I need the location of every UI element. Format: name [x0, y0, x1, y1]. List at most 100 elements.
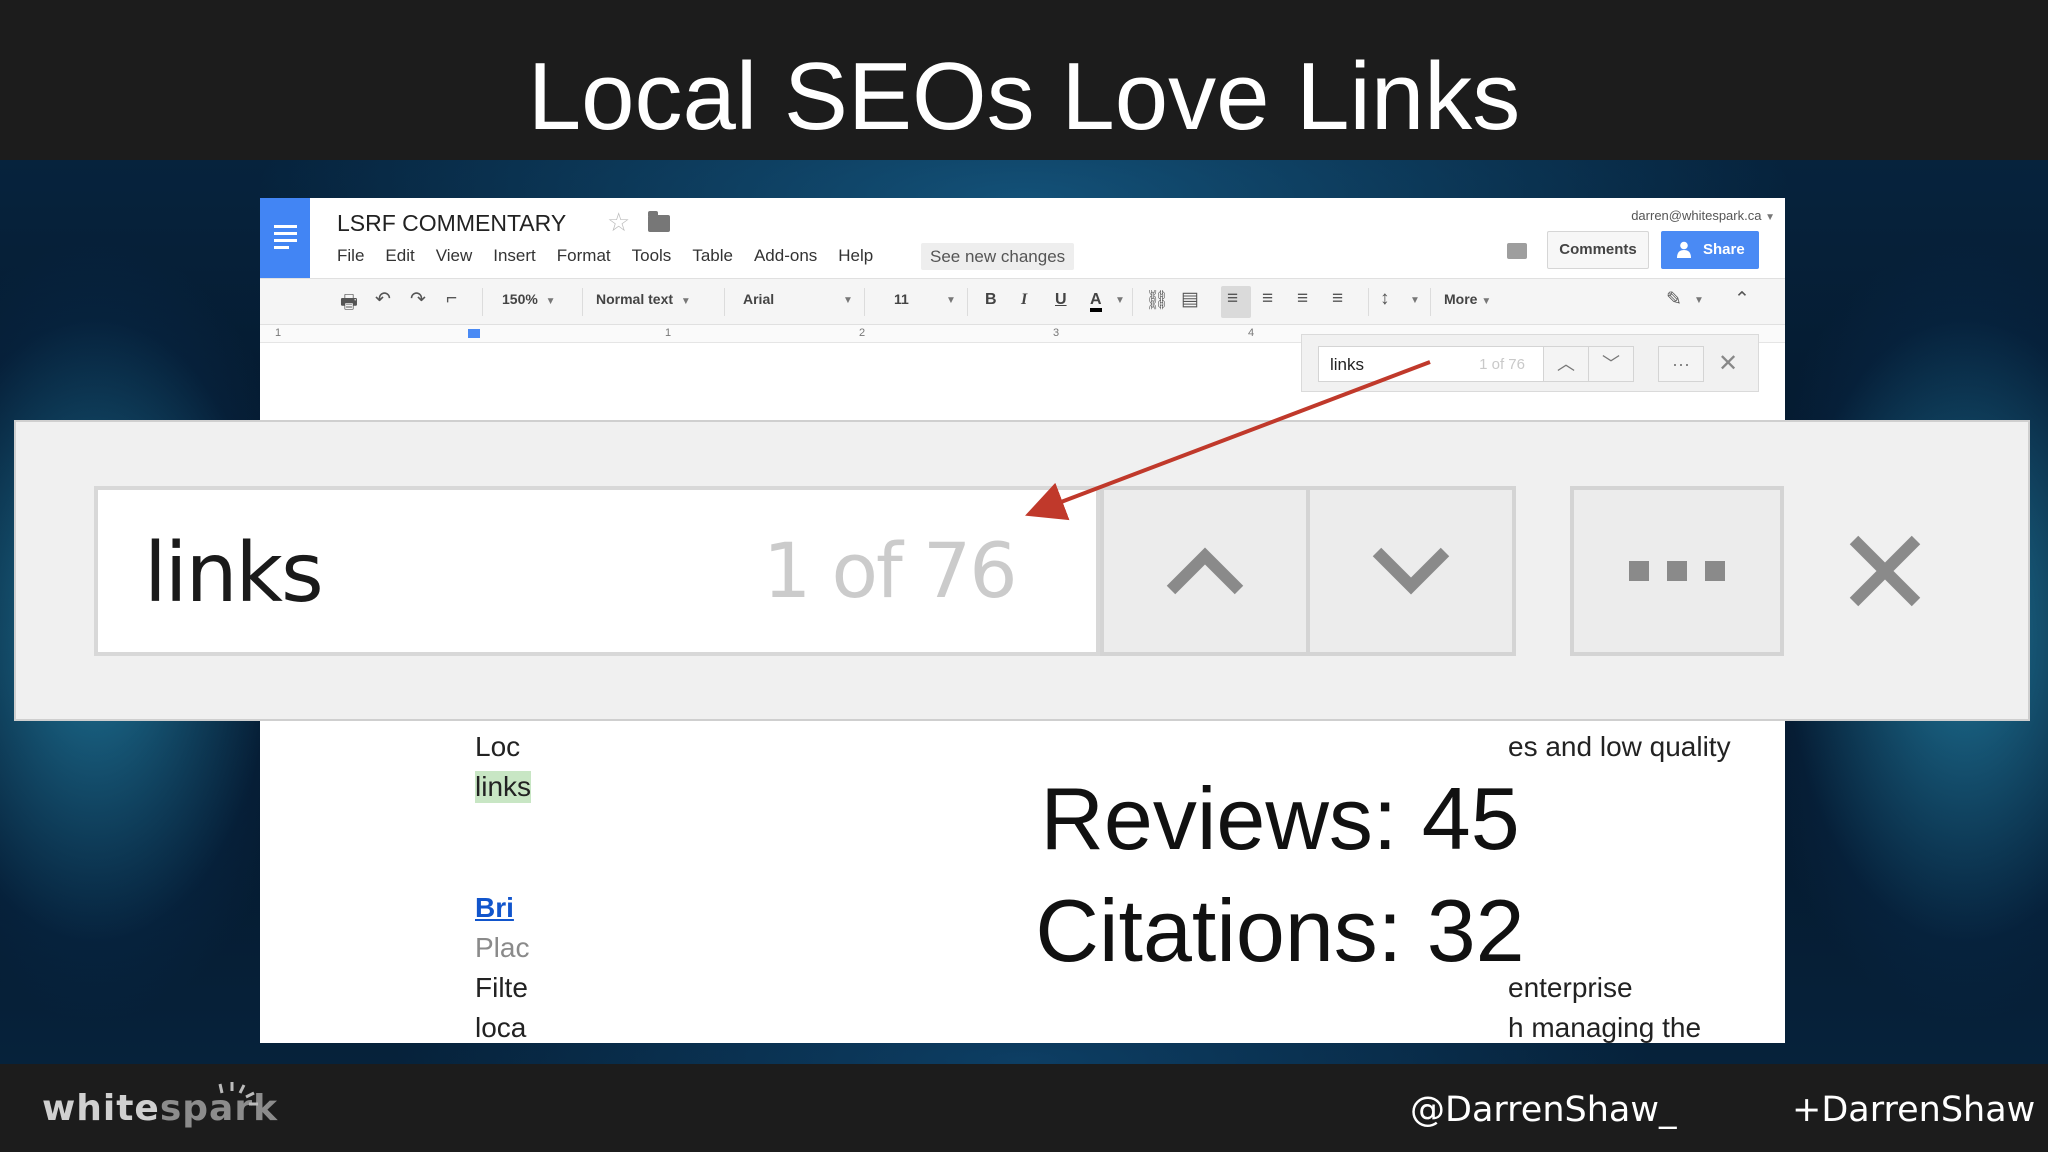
- doc-text-fragment: loca: [475, 1012, 527, 1043]
- spark-icon: [218, 1082, 258, 1106]
- paint-format-icon[interactable]: ⌐: [446, 288, 457, 310]
- zoomed-find-previous-button[interactable]: [1100, 486, 1310, 656]
- font-value: Arial: [743, 291, 775, 307]
- comment-add-icon[interactable]: ▤: [1181, 288, 1199, 311]
- doc-text-fragment: h managing the: [1508, 1012, 1702, 1043]
- logo-text-white: white: [42, 1088, 160, 1129]
- chevron-down-icon[interactable]: ▼: [843, 295, 853, 306]
- doc-text-fragment: es and low quality: [1508, 731, 1731, 762]
- zoomed-find-options-button[interactable]: [1570, 486, 1784, 656]
- chevron-down-icon: ▼: [1765, 212, 1775, 223]
- toolbar-divider: [864, 288, 865, 316]
- google-plus-handle: +DarrenShaw: [1792, 1090, 2036, 1130]
- menu-file[interactable]: File: [337, 246, 364, 266]
- bold-button[interactable]: B: [985, 291, 997, 309]
- person-icon: [1677, 241, 1691, 258]
- close-icon[interactable]: ✕: [1718, 346, 1738, 382]
- find-count: 1 of 76: [1479, 356, 1525, 373]
- collapse-icon[interactable]: ⌃: [1734, 288, 1750, 311]
- find-next-button[interactable]: ﹀: [1588, 346, 1634, 382]
- style-value: Normal text: [596, 291, 674, 307]
- doc-text-fragment: Filte: [475, 972, 528, 1003]
- share-label: Share: [1703, 241, 1745, 258]
- share-button[interactable]: Share: [1661, 231, 1759, 269]
- toolbar-divider: [1368, 288, 1369, 316]
- menu-add-ons[interactable]: Add-ons: [754, 246, 817, 266]
- folder-icon[interactable]: [648, 211, 670, 232]
- font-size-select[interactable]: 11: [894, 291, 909, 307]
- highlighted-match: links: [475, 771, 532, 803]
- chevron-down-icon: ▼: [1481, 296, 1492, 307]
- menu-insert[interactable]: Insert: [493, 246, 536, 266]
- align-right-icon[interactable]: ≡: [1297, 288, 1308, 310]
- chevron-down-icon[interactable]: ▼: [1694, 295, 1704, 306]
- align-center-icon[interactable]: ≡: [1262, 288, 1273, 310]
- font-select[interactable]: Arial: [743, 291, 774, 307]
- see-new-changes-button[interactable]: See new changes: [921, 243, 1075, 270]
- toolbar-divider: [582, 288, 583, 316]
- more-button[interactable]: More ▼: [1444, 291, 1491, 307]
- align-left-icon[interactable]: ≡: [1227, 288, 1238, 310]
- toolbar-divider: [1430, 288, 1431, 316]
- line-spacing-icon[interactable]: ↕: [1380, 288, 1390, 310]
- style-select[interactable]: Normal text ▼: [596, 291, 691, 307]
- reviews-stat: Reviews: 45: [1040, 769, 1520, 868]
- chevron-up-icon: [1166, 547, 1244, 595]
- text-color-button[interactable]: A: [1090, 291, 1102, 312]
- docs-logo-icon[interactable]: [260, 198, 310, 278]
- zoomed-find-next-button[interactable]: [1306, 486, 1516, 656]
- ruler-number: 2: [859, 327, 866, 339]
- link-icon[interactable]: ⛓: [1145, 288, 1169, 312]
- formatting-toolbar: 🖶 ↶ ↷ ⌐ 150% ▼ Normal text ▼ Arial ▼ 11 …: [260, 278, 1785, 325]
- underline-button[interactable]: U: [1055, 291, 1067, 309]
- slide-title: Local SEOs Love Links: [527, 43, 1521, 150]
- account-email[interactable]: darren@whitespark.ca ▼: [1631, 208, 1775, 223]
- close-icon[interactable]: [1848, 534, 1922, 608]
- ruler-number: 4: [1248, 327, 1255, 339]
- undo-icon[interactable]: ↶: [375, 288, 391, 311]
- menu-tools[interactable]: Tools: [632, 246, 672, 266]
- star-icon[interactable]: ☆: [607, 207, 630, 238]
- chevron-down-icon[interactable]: ▼: [946, 295, 956, 306]
- indent-marker[interactable]: [468, 329, 480, 338]
- zoomed-find-count: 1 of 76: [763, 526, 1018, 615]
- comments-button[interactable]: Comments: [1547, 231, 1649, 269]
- account-email-text: darren@whitespark.ca: [1631, 208, 1762, 223]
- document-title[interactable]: LSRF COMMENTARY: [337, 210, 566, 237]
- print-icon[interactable]: 🖶: [340, 288, 358, 320]
- twitter-handle: @DarrenShaw_: [1410, 1090, 1677, 1130]
- find-input[interactable]: links 1 of 76: [1318, 346, 1544, 382]
- zoomed-find-bar: links 1 of 76: [14, 420, 2030, 721]
- toolbar-divider: [724, 288, 725, 316]
- chevron-down-icon[interactable]: ▼: [1115, 295, 1125, 306]
- menu-view[interactable]: View: [436, 246, 473, 266]
- find-bar: links 1 of 76 ︿ ﹀ ··· ✕: [1301, 334, 1759, 392]
- redo-icon[interactable]: ↷: [410, 288, 426, 311]
- justify-icon[interactable]: ≡: [1332, 288, 1343, 310]
- doc-link[interactable]: Bri: [475, 892, 514, 924]
- chevron-down-icon: [1372, 547, 1450, 595]
- menu-help[interactable]: Help: [838, 246, 873, 266]
- slide-footer: [0, 1064, 2048, 1152]
- zoomed-find-input[interactable]: links 1 of 76: [94, 486, 1100, 656]
- italic-button[interactable]: I: [1021, 291, 1027, 309]
- find-options-button[interactable]: ···: [1658, 346, 1704, 382]
- ruler-number: 1: [275, 327, 282, 339]
- find-previous-button[interactable]: ︿: [1543, 346, 1589, 382]
- menu-format[interactable]: Format: [557, 246, 611, 266]
- chevron-down-icon[interactable]: ▼: [1410, 295, 1420, 306]
- doc-text-fragment: Plac: [475, 932, 530, 963]
- pencil-icon[interactable]: ✎: [1666, 288, 1682, 311]
- chevron-down-icon: ▼: [680, 296, 691, 307]
- zoom-select[interactable]: 150% ▼: [502, 291, 556, 307]
- font-size-value: 11: [894, 291, 909, 307]
- toolbar-divider: [967, 288, 968, 316]
- comment-icon[interactable]: [1507, 243, 1527, 259]
- menu-edit[interactable]: Edit: [385, 246, 414, 266]
- ruler-number: 1: [665, 327, 672, 339]
- more-label: More: [1444, 291, 1478, 307]
- zoom-value: 150%: [502, 291, 538, 307]
- citations-stat: Citations: 32: [1035, 881, 1525, 980]
- zoomed-find-query: links: [144, 526, 324, 621]
- menu-table[interactable]: Table: [692, 246, 733, 266]
